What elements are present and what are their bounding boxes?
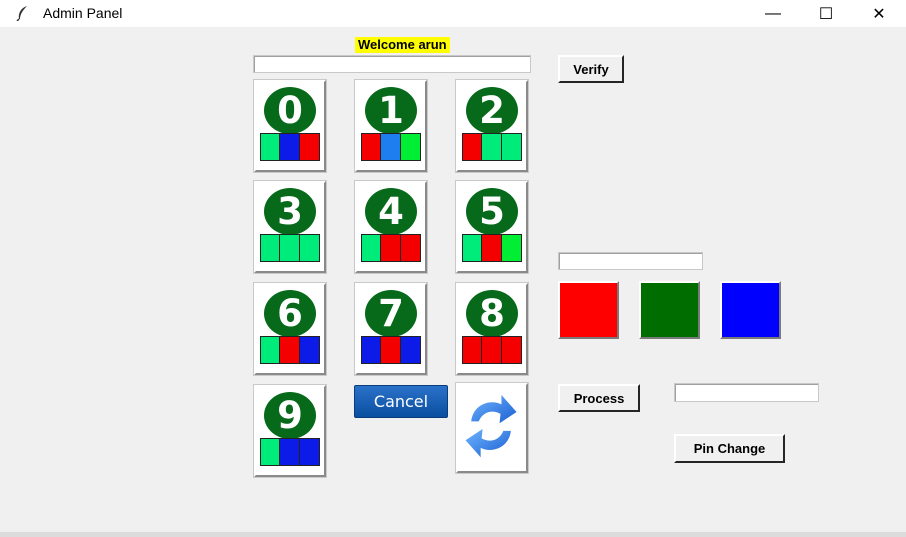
color-bar-red: [501, 337, 521, 363]
refresh-button[interactable]: [456, 383, 528, 473]
color-bar-green: [501, 134, 521, 160]
digit-key-0[interactable]: 0: [254, 80, 326, 172]
minimize-button[interactable]: —: [750, 0, 796, 27]
color-code-bars: [462, 336, 522, 364]
color-bar-green: [279, 235, 299, 261]
digit-key-7[interactable]: 7: [355, 283, 427, 375]
color-bar-green: [481, 134, 501, 160]
maximize-button[interactable]: ☐: [803, 0, 849, 27]
color-bar-green: [463, 235, 481, 261]
color-bar-blue: [299, 337, 319, 363]
color-bar-red: [463, 134, 481, 160]
color-bar-green: [261, 134, 279, 160]
cancel-button[interactable]: Cancel: [354, 385, 448, 418]
digit-key-5[interactable]: 5: [456, 181, 528, 273]
color-bar-green: [362, 235, 380, 261]
color-bar-green: [261, 235, 279, 261]
color-code-bars: [361, 234, 421, 262]
color-bar-lime: [501, 235, 521, 261]
color-bar-red: [362, 134, 380, 160]
red-swatch-button[interactable]: [558, 281, 619, 339]
color-code-bars: [260, 133, 320, 161]
color-code-bars: [260, 438, 320, 466]
process-entry[interactable]: [674, 383, 819, 402]
color-bar-red: [279, 337, 299, 363]
color-bar-green: [299, 235, 319, 261]
digit-key-9[interactable]: 9: [254, 385, 326, 477]
digit-label: 2: [466, 87, 518, 134]
digit-label: 8: [466, 290, 518, 337]
color-bar-blue: [400, 337, 420, 363]
digit-label: 5: [466, 188, 518, 235]
color-code-bars: [462, 133, 522, 161]
digit-label: 3: [264, 188, 316, 235]
refresh-icon: [465, 394, 517, 458]
feather-icon: [16, 6, 27, 21]
verify-button[interactable]: Verify: [558, 55, 624, 83]
color-bar-blue: [279, 439, 299, 465]
color-code-bars: [260, 234, 320, 262]
color-bar-blue: [299, 439, 319, 465]
color-bar-lightblue: [380, 134, 400, 160]
blue-swatch-button[interactable]: [720, 281, 781, 339]
digit-label: 1: [365, 87, 417, 134]
pin-change-button[interactable]: Pin Change: [674, 434, 785, 463]
welcome-label: Welcome arun: [355, 37, 450, 53]
color-entry[interactable]: [558, 252, 703, 270]
close-button[interactable]: ✕: [856, 0, 902, 27]
digit-label: 4: [365, 188, 417, 235]
digit-key-2[interactable]: 2: [456, 80, 528, 172]
window-bottom-edge: [0, 532, 906, 537]
color-bar-red: [481, 337, 501, 363]
color-bar-blue: [279, 134, 299, 160]
digit-key-6[interactable]: 6: [254, 283, 326, 375]
color-bar-red: [299, 134, 319, 160]
digit-key-3[interactable]: 3: [254, 181, 326, 273]
color-code-bars: [462, 234, 522, 262]
digit-label: 7: [365, 290, 417, 337]
color-code-bars: [361, 133, 421, 161]
color-bar-red: [380, 337, 400, 363]
digit-key-1[interactable]: 1: [355, 80, 427, 172]
title-bar: Admin Panel — ☐ ✕: [0, 0, 906, 27]
digit-label: 6: [264, 290, 316, 337]
color-bar-green: [261, 439, 279, 465]
digit-label: 9: [264, 392, 316, 439]
process-button[interactable]: Process: [558, 384, 640, 412]
color-bar-red: [463, 337, 481, 363]
color-bar-red: [481, 235, 501, 261]
window-title: Admin Panel: [43, 5, 123, 21]
digit-key-4[interactable]: 4: [355, 181, 427, 273]
color-bar-lime: [400, 134, 420, 160]
color-bar-red: [380, 235, 400, 261]
color-bar-green: [261, 337, 279, 363]
color-code-bars: [361, 336, 421, 364]
pin-entry[interactable]: [253, 55, 531, 73]
digit-label: 0: [264, 87, 316, 134]
color-code-bars: [260, 336, 320, 364]
color-bar-red: [400, 235, 420, 261]
color-bar-blue: [362, 337, 380, 363]
green-swatch-button[interactable]: [639, 281, 700, 339]
digit-key-8[interactable]: 8: [456, 283, 528, 375]
